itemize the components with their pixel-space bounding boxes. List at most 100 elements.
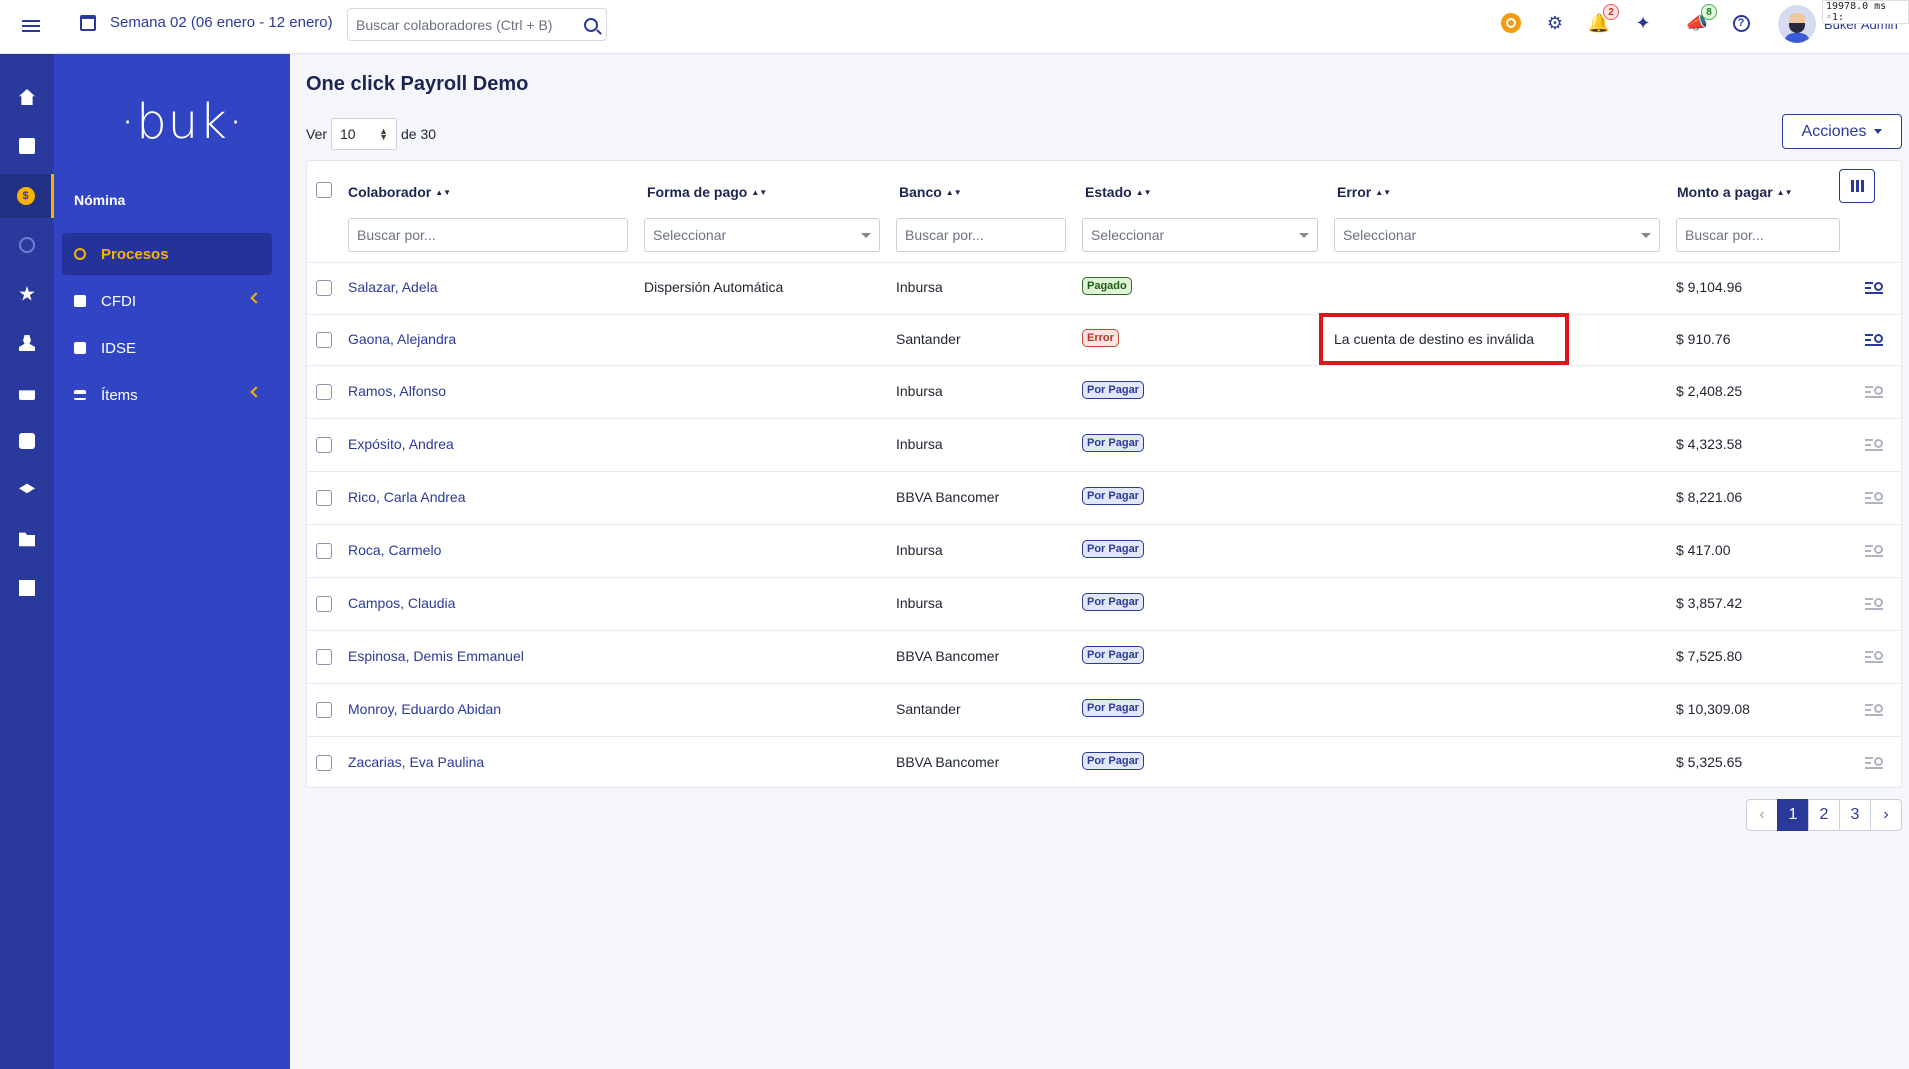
gear-icon[interactable]: ⚙ [1544, 12, 1566, 34]
view-detail-icon[interactable] [1865, 491, 1883, 505]
cell-colaborador[interactable]: Zacarias, Eva Paulina [348, 754, 484, 770]
week-selector[interactable]: Semana 02 (06 enero - 12 enero) [80, 14, 333, 31]
rail-star[interactable] [0, 272, 54, 316]
sort-icon: ▲▼ [945, 187, 962, 197]
row-checkbox[interactable] [316, 595, 332, 612]
hamburger-menu-icon[interactable] [22, 17, 42, 35]
row-checkbox[interactable] [316, 436, 332, 453]
cell-colaborador[interactable]: Roca, Carmelo [348, 542, 441, 558]
icon-rail: $ [0, 54, 54, 1069]
cell-monto: $ 5,325.65 [1676, 753, 1743, 770]
cell-colaborador[interactable]: Salazar, Adela [348, 279, 438, 295]
rail-education[interactable] [0, 468, 54, 512]
sidebar-item-procesos[interactable]: Procesos [62, 233, 272, 275]
status-badge: Por Pagar [1082, 751, 1144, 770]
header-monto[interactable]: Monto a pagar ▲▼ [1677, 184, 1793, 200]
rail-store[interactable] [0, 566, 54, 610]
filter-forma-pago[interactable]: Seleccionar [644, 218, 880, 252]
view-detail-icon[interactable] [1865, 756, 1883, 770]
header-error[interactable]: Error ▲▼ [1337, 184, 1391, 200]
view-detail-icon[interactable] [1865, 650, 1883, 664]
row-checkbox[interactable] [316, 489, 332, 506]
header-forma-pago[interactable]: Forma de pago ▲▼ [647, 184, 767, 200]
folder-icon [19, 532, 35, 547]
row-checkbox[interactable] [316, 280, 332, 296]
select-all-checkbox[interactable] [316, 182, 332, 198]
filter-colaborador-input[interactable] [357, 227, 619, 243]
rail-folder[interactable] [0, 517, 54, 561]
avatar[interactable] [1778, 5, 1816, 43]
filter-colaborador[interactable] [348, 218, 628, 252]
rail-home[interactable] [0, 75, 54, 119]
row-checkbox[interactable] [316, 701, 332, 718]
section-title: Nómina [74, 192, 126, 208]
pagination: ‹ 1 2 3 › [1746, 799, 1902, 831]
filter-estado[interactable]: Seleccionar [1082, 218, 1318, 252]
row-checkbox[interactable] [316, 331, 332, 348]
filter-banco-input[interactable] [905, 227, 1057, 243]
pagination-prev[interactable]: ‹ [1746, 799, 1778, 831]
dropdown-arrow-icon [1641, 232, 1651, 238]
column-toggle-button[interactable] [1839, 169, 1875, 203]
rail-briefcase[interactable] [0, 419, 54, 463]
filter-monto[interactable] [1676, 218, 1840, 252]
support-ring-icon[interactable] [1500, 12, 1522, 34]
header-colaborador[interactable]: Colaborador ▲▼ [348, 184, 451, 200]
header-banco[interactable]: Banco ▲▼ [899, 184, 962, 200]
side-menu: ·buk· Nómina Procesos CFDI IDSE Ítems [54, 54, 290, 1069]
cell-monto: $ 10,309.08 [1676, 700, 1750, 717]
row-checkbox[interactable] [316, 383, 332, 400]
payroll-coin-icon: $ [16, 187, 35, 205]
cell-monto: $ 9,104.96 [1676, 279, 1743, 295]
pagination-next[interactable]: › [1870, 799, 1902, 831]
rail-clipboard[interactable] [0, 124, 54, 168]
sidebar-item-idse[interactable]: IDSE [62, 327, 272, 369]
page-size-select[interactable]: 10 ▲ ▼ [331, 118, 398, 150]
cell-colaborador[interactable]: Espinosa, Demis Emmanuel [348, 648, 524, 664]
cell-colaborador[interactable]: Expósito, Andrea [348, 436, 454, 452]
rail-payroll[interactable]: $ [0, 174, 54, 218]
row-checkbox[interactable] [316, 542, 332, 559]
pagination-page-2[interactable]: 2 [1808, 799, 1840, 831]
row-checkbox[interactable] [316, 754, 332, 771]
cell-monto: $ 910.76 [1676, 330, 1731, 347]
filter-banco[interactable] [896, 218, 1066, 252]
cell-colaborador[interactable]: Campos, Claudia [348, 595, 455, 611]
rail-user[interactable] [0, 321, 54, 365]
global-search-input[interactable] [356, 16, 578, 33]
cell-banco: Santander [896, 330, 961, 347]
dropdown-arrow-icon [861, 232, 871, 238]
view-detail-icon[interactable] [1865, 385, 1883, 399]
cell-colaborador[interactable]: Monroy, Eduardo Abidan [348, 701, 501, 717]
view-detail-icon[interactable] [1865, 438, 1883, 452]
megaphone-icon[interactable]: 📣 8 [1686, 4, 1717, 34]
header-estado[interactable]: Estado ▲▼ [1085, 184, 1152, 200]
filter-monto-input[interactable] [1685, 227, 1831, 243]
cell-colaborador[interactable]: Rico, Carla Andrea [348, 489, 466, 505]
briefcase-icon [19, 433, 35, 449]
view-detail-icon[interactable] [1865, 333, 1883, 347]
pin-icon[interactable]: ✦ [1632, 12, 1654, 34]
cell-colaborador[interactable]: Gaona, Alejandra [348, 331, 456, 347]
status-badge: Por Pagar [1082, 380, 1144, 399]
cell-colaborador[interactable]: Ramos, Alfonso [348, 383, 446, 399]
sidebar-item-cfdi[interactable]: CFDI [62, 280, 272, 322]
view-detail-icon[interactable] [1865, 597, 1883, 611]
global-search[interactable] [347, 8, 607, 41]
rail-clock[interactable] [0, 223, 54, 267]
help-icon[interactable]: ? [1730, 12, 1752, 34]
bell-icon[interactable]: 🔔 2 [1588, 4, 1619, 34]
view-detail-icon[interactable] [1865, 703, 1883, 717]
sort-icon: ▲▼ [1776, 187, 1793, 197]
view-detail-icon[interactable] [1865, 281, 1883, 295]
actions-dropdown-button[interactable]: Acciones [1782, 114, 1902, 149]
sidebar-item-items[interactable]: Ítems [62, 374, 272, 416]
filter-error[interactable]: Seleccionar [1334, 218, 1660, 252]
buk-logo[interactable]: ·buk· [120, 94, 244, 150]
pagination-page-3[interactable]: 3 [1839, 799, 1871, 831]
search-icon[interactable] [584, 17, 598, 32]
pagination-page-1[interactable]: 1 [1777, 799, 1809, 831]
view-detail-icon[interactable] [1865, 544, 1883, 558]
rail-hand[interactable] [0, 370, 54, 414]
row-checkbox[interactable] [316, 648, 332, 665]
